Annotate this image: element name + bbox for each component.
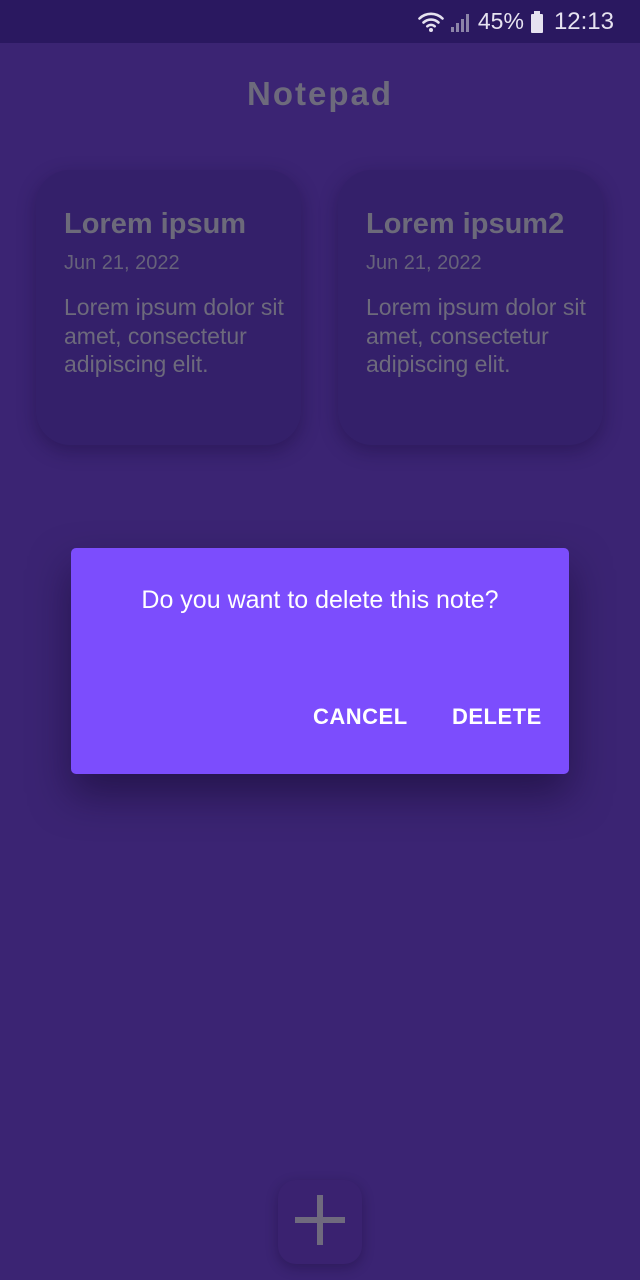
note-content: Lorem ipsum Jun 21, 2022 Lorem ipsum dol… xyxy=(64,206,289,411)
note-date: Jun 21, 2022 xyxy=(366,252,482,274)
wifi-icon xyxy=(418,11,444,33)
delete-dialog: Do you want to delete this note? CANCEL … xyxy=(71,548,569,774)
battery-icon xyxy=(530,10,544,33)
note-title: Lorem ipsum2 xyxy=(366,208,565,240)
status-time: 12:13 xyxy=(553,7,614,35)
note-body: Lorem ipsum dolor sit amet, consectetur … xyxy=(64,294,284,377)
note-content: Lorem ipsum2 Jun 21, 2022 Lorem ipsum do… xyxy=(366,206,591,411)
cancel-button[interactable]: CANCEL xyxy=(313,704,408,730)
battery-percent: 45% xyxy=(477,8,524,34)
add-note-button[interactable] xyxy=(278,1180,362,1264)
status-bar: 45% 12:13 xyxy=(0,0,640,43)
status-icons: 45% 12:13 xyxy=(418,0,614,43)
delete-button[interactable]: DELETE xyxy=(452,704,542,730)
page-title: Notepad xyxy=(247,75,393,112)
plus-icon xyxy=(293,1193,347,1252)
note-card[interactable]: Lorem ipsum Jun 21, 2022 Lorem ipsum dol… xyxy=(36,170,301,445)
note-card[interactable]: Lorem ipsum2 Jun 21, 2022 Lorem ipsum do… xyxy=(338,170,603,445)
note-title: Lorem ipsum xyxy=(64,208,247,240)
signal-icon xyxy=(450,11,472,33)
note-body: Lorem ipsum dolor sit amet, consectetur … xyxy=(366,294,586,377)
note-date: Jun 21, 2022 xyxy=(64,252,180,274)
dialog-message: Do you want to delete this note? xyxy=(141,586,499,614)
